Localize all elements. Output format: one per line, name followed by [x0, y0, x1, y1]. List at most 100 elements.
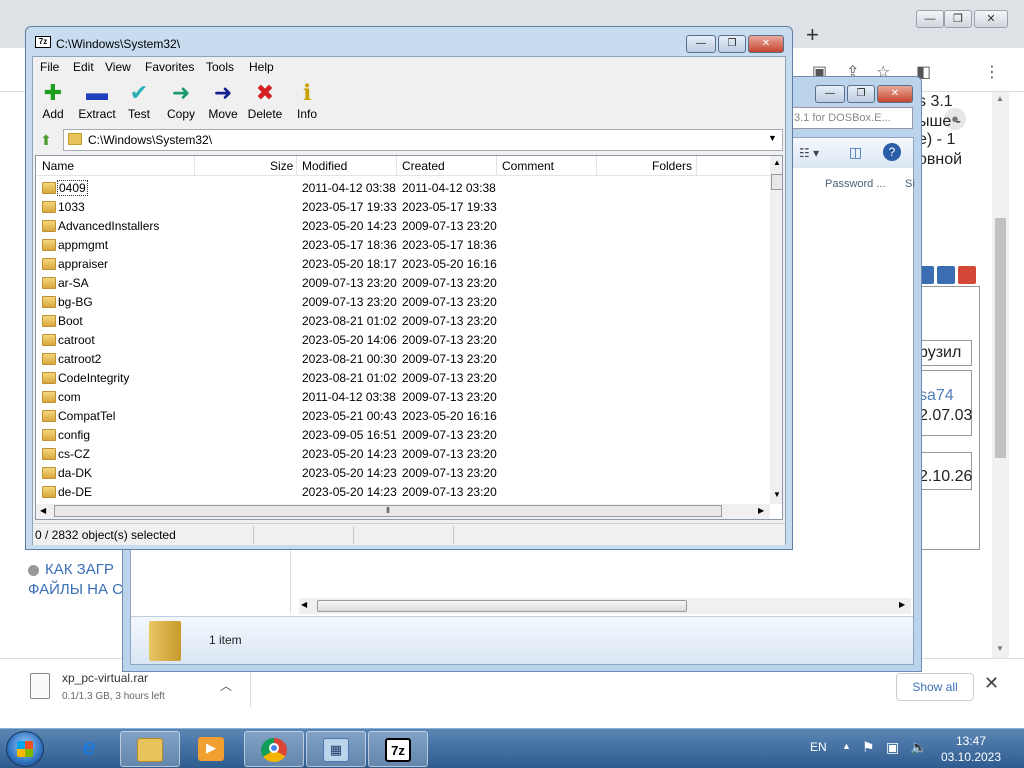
chevron-down-icon[interactable]: ▼	[768, 133, 777, 143]
new-tab-button[interactable]: +	[806, 24, 819, 46]
scroll-left-icon[interactable]: ◀	[40, 506, 46, 515]
folder-up-icon[interactable]: ⬆	[37, 131, 55, 149]
taskbar-remote-desktop[interactable]: ▦	[306, 731, 366, 767]
explorer-hscrollbar[interactable]: ◀ ▶	[299, 598, 911, 614]
file-list[interactable]: Name Size Modified Created Comment Folde…	[35, 155, 783, 520]
column-header-password[interactable]: Password ...	[825, 178, 886, 190]
show-all-button[interactable]: Show all	[896, 673, 974, 701]
file-list-row[interactable]: catroot2 2023-08-21 00:30 2009-07-13 23:20	[36, 350, 770, 369]
taskbar-ie[interactable]: e	[60, 731, 120, 767]
file-list-row[interactable]: 1033 2023-05-17 19:33 2023-05-17 19:33	[36, 198, 770, 217]
column-header-size[interactable]: Size	[270, 159, 293, 173]
column-header-created[interactable]: Created	[402, 159, 445, 173]
file-list-row[interactable]: de-DE 2023-05-20 14:23 2009-07-13 23:20	[36, 483, 770, 502]
network-icon[interactable]: ▣	[886, 739, 899, 756]
close-button[interactable]: ✕	[748, 35, 784, 53]
file-list-row[interactable]: config 2023-09-05 16:51 2009-07-13 23:20	[36, 426, 770, 445]
menu-view[interactable]: View	[105, 60, 131, 74]
action-center-icon[interactable]: ⚑	[862, 739, 875, 756]
browser-minimize-button[interactable]: —	[916, 10, 944, 28]
download-filename[interactable]: xp_pc-virtual.rar	[62, 671, 148, 685]
explorer-maximize-button[interactable]: ❐	[847, 85, 875, 103]
copy-button[interactable]: ➜ Copy	[161, 79, 201, 125]
file-created: 2023-05-17 18:36	[402, 238, 497, 252]
show-hidden-icons-icon[interactable]: ▲	[842, 741, 851, 751]
file-list-row[interactable]: AdvancedInstallers 2023-05-20 14:23 2009-0…	[36, 217, 770, 236]
column-header-comment[interactable]: Comment	[502, 159, 554, 173]
info-button[interactable]: ℹ Info	[287, 79, 327, 125]
system-clock[interactable]: 13:47 03.10.2023	[938, 733, 1004, 765]
file-list-row[interactable]: appraiser 2023-05-20 18:17 2023-05-20 16:1…	[36, 255, 770, 274]
minimize-button[interactable]: —	[686, 35, 716, 53]
menu-edit[interactable]: Edit	[73, 60, 94, 74]
page-link-text[interactable]: sa74	[919, 387, 954, 405]
scroll-up-icon[interactable]: ▲	[996, 94, 1004, 103]
extract-button[interactable]: ▬ Extract	[75, 79, 119, 125]
column-header-folders[interactable]: Folders	[652, 159, 692, 173]
taskbar-7zip[interactable]: 7z	[368, 731, 428, 767]
views-icon[interactable]: ☷ ▾	[799, 146, 819, 160]
page-link[interactable]: КАК ЗАГР	[45, 561, 114, 578]
scroll-down-icon[interactable]: ▼	[996, 644, 1004, 653]
add-button[interactable]: ✚ Add	[33, 79, 73, 125]
taskbar-explorer[interactable]	[120, 731, 180, 767]
vscroll-thumb[interactable]	[771, 174, 782, 190]
file-list-row[interactable]: CompatTel 2023-05-21 00:43 2023-05-20 16:1…	[36, 407, 770, 426]
taskbar-chrome[interactable]	[244, 731, 304, 767]
file-list-row[interactable]: com 2011-04-12 03:38 2009-07-13 23:20	[36, 388, 770, 407]
7zip-titlebar[interactable]: 7z C:\Windows\System32\ — ❐ ✕	[26, 27, 792, 55]
scroll-left-icon[interactable]: ◀	[301, 600, 307, 609]
test-button[interactable]: ✔ Test	[119, 79, 159, 125]
close-icon[interactable]: ✕	[984, 673, 999, 694]
menu-help[interactable]: Help	[249, 60, 274, 74]
browser-maximize-button[interactable]: ❐	[944, 10, 972, 28]
file-list-row[interactable]: bg-BG 2009-07-13 23:20 2009-07-13 23:20	[36, 293, 770, 312]
file-list-row[interactable]: cs-CZ 2023-05-20 14:23 2009-07-13 23:20	[36, 445, 770, 464]
file-list-row[interactable]: CodeIntegrity 2023-08-21 01:02 2009-07-13 …	[36, 369, 770, 388]
column-header-name[interactable]: Name	[42, 159, 74, 173]
taskbar-media-player[interactable]: ▶	[182, 731, 242, 767]
menu-file[interactable]: File	[40, 60, 59, 74]
file-list-row[interactable]: 0409 2011-04-12 03:38 2011-04-12 03:38	[36, 179, 770, 198]
help-icon[interactable]: ?	[883, 143, 901, 161]
file-list-row[interactable]: appmgmt 2023-05-17 18:36 2023-05-17 18:36	[36, 236, 770, 255]
preview-pane-icon[interactable]: ◫	[849, 144, 862, 161]
page-scroll-thumb[interactable]	[995, 218, 1006, 458]
page-text-line: s 3.1	[918, 93, 953, 110]
file-list-row[interactable]: ar-SA 2009-07-13 23:20 2009-07-13 23:20	[36, 274, 770, 293]
volume-icon[interactable]: 🔈	[910, 739, 927, 756]
menu-favorites[interactable]: Favorites	[145, 60, 194, 74]
move-button[interactable]: ➜ Move	[203, 79, 243, 125]
explorer-hscroll-thumb[interactable]	[317, 600, 687, 612]
column-header-size[interactable]: Si	[905, 178, 915, 190]
file-list-row[interactable]: da-DK 2023-05-20 14:23 2009-07-13 23:20	[36, 464, 770, 483]
explorer-close-button[interactable]: ✕	[877, 85, 913, 103]
file-list-row[interactable]: catroot 2023-05-20 14:06 2009-07-13 23:20	[36, 331, 770, 350]
vertical-scrollbar[interactable]: ▲ ▼	[770, 156, 782, 504]
explorer-search-input[interactable]: 3.1 for DOSBox.E...	[789, 107, 913, 129]
page-link[interactable]: ФАЙЛЫ НА С	[28, 581, 123, 598]
file-created: 2023-05-20 16:16	[402, 257, 497, 271]
horizontal-scrollbar[interactable]: ◀ ⦀ ▶	[36, 504, 770, 519]
file-modified: 2023-08-21 01:02	[302, 314, 397, 328]
delete-button[interactable]: ✖ Delete	[245, 79, 285, 125]
explorer-minimize-button[interactable]: —	[815, 85, 845, 103]
social-icon[interactable]	[937, 266, 955, 284]
chevron-up-icon[interactable]: ︿	[220, 677, 232, 694]
language-indicator[interactable]: EN	[810, 740, 827, 754]
browser-menu-icon[interactable]: ⋮	[984, 62, 1000, 82]
scroll-up-icon[interactable]: ▲	[773, 158, 781, 167]
google-plus-icon[interactable]	[958, 266, 976, 284]
page-scrollbar[interactable]: ▲ ▼	[992, 92, 1009, 658]
scroll-right-icon[interactable]: ▶	[758, 506, 764, 515]
scroll-down-icon[interactable]: ▼	[773, 490, 781, 499]
scroll-right-icon[interactable]: ▶	[899, 600, 905, 609]
browser-close-button[interactable]: ✕	[974, 10, 1008, 28]
maximize-button[interactable]: ❐	[718, 35, 746, 53]
start-button[interactable]	[6, 731, 44, 767]
file-list-row[interactable]: Boot 2023-08-21 01:02 2009-07-13 23:20	[36, 312, 770, 331]
hscroll-thumb[interactable]: ⦀	[54, 505, 722, 517]
menu-tools[interactable]: Tools	[206, 60, 234, 74]
address-combobox[interactable]: C:\Windows\System32\ ▼	[63, 129, 783, 151]
column-header-modified[interactable]: Modified	[302, 159, 347, 173]
